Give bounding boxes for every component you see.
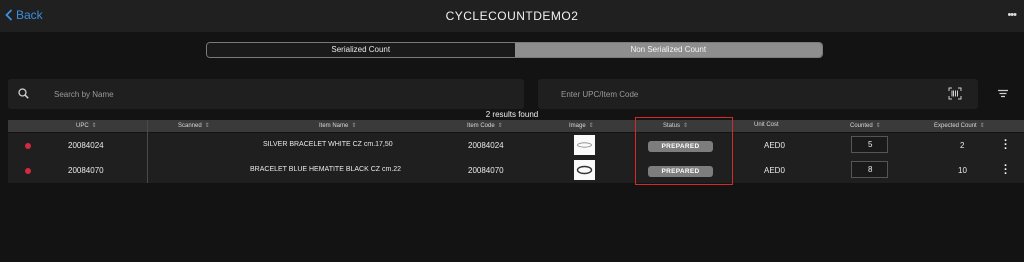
sort-icon: ⇕ [351, 123, 357, 129]
sort-icon: ⇕ [588, 123, 594, 129]
tab-serialized-count[interactable]: Serialized Count [207, 43, 515, 57]
table-row[interactable]: 20084070 BRACELET BLUE HEMATITE BLACK CZ… [8, 158, 1024, 183]
table-header: UPC ⇕ Scanned ⇕ Item Name ⇕ Item Code ⇕ Imag… [8, 120, 1024, 132]
cell-item-name: BRACELET BLUE HEMATITE BLACK CZ cm.22 [250, 166, 402, 173]
column-header-scanned[interactable]: Scanned ⇕ [178, 122, 210, 129]
column-label: Unit Cost [754, 122, 779, 128]
sort-icon: ⇕ [497, 123, 503, 129]
product-thumbnail [574, 160, 595, 180]
column-header-item-name[interactable]: Item Name ⇕ [319, 122, 356, 129]
column-header-item-code[interactable]: Item Code ⇕ [467, 122, 503, 129]
column-label: Counted [850, 123, 873, 129]
status-dot-icon [25, 168, 31, 174]
column-label: Expected Count [934, 123, 977, 129]
cell-item-name: SILVER BRACELET WHITE CZ cm.17,50 [263, 141, 393, 148]
bracelet-image [577, 142, 592, 148]
column-label: Image [569, 123, 586, 129]
column-label: Item Name [319, 123, 349, 129]
search-icon [18, 88, 29, 99]
sort-icon: ⇕ [204, 123, 210, 129]
column-divider [147, 120, 148, 183]
counted-field[interactable]: 8 [851, 161, 888, 178]
counted-field[interactable]: 5 [851, 136, 888, 153]
product-thumbnail [574, 135, 595, 155]
sort-icon: ⇕ [979, 123, 985, 129]
top-bar: Back CYCLECOUNTDEMO2 ••• [0, 0, 1024, 32]
row-kebab-icon[interactable]: · · · [1004, 136, 1008, 155]
status-dot-icon [25, 143, 31, 149]
cell-expected-count: 10 [958, 166, 967, 175]
column-header-counted[interactable]: Counted ⇕ [850, 122, 881, 129]
cell-unit-cost: AED0 [764, 166, 785, 175]
barcode-scan-icon[interactable] [948, 87, 962, 100]
kebab-dot: · [1004, 143, 1008, 155]
cell-upc: 20084070 [68, 166, 104, 175]
results-count: 2 results found [485, 110, 539, 119]
status-column-highlight [635, 117, 733, 185]
upc-search-box [538, 79, 978, 109]
cell-unit-cost: AED0 [764, 141, 785, 150]
tab-non-serialized-count[interactable]: Non Serialized Count [514, 43, 822, 57]
more-icon[interactable]: ••• [1007, 9, 1017, 21]
column-header-image[interactable]: Image ⇕ [569, 122, 594, 129]
kebab-dot: · [1004, 168, 1008, 180]
column-label: Item Code [467, 123, 495, 129]
filter-icon[interactable] [997, 89, 1009, 98]
column-label: Scanned [178, 123, 202, 129]
name-search-box [8, 79, 524, 109]
page-title: CYCLECOUNTDEMO2 [445, 9, 579, 23]
count-type-segmented-control: Serialized Count Non Serialized Count [206, 42, 823, 58]
cell-expected-count: 2 [960, 141, 965, 150]
table-row[interactable]: 20084024 SILVER BRACELET WHITE CZ cm.17,… [8, 133, 1024, 158]
cell-item-code: 20084024 [468, 141, 504, 150]
column-header-expected-count[interactable]: Expected Count ⇕ [934, 122, 985, 129]
upc-item-code-input[interactable] [561, 87, 921, 101]
column-label: UPC [76, 123, 89, 129]
row-kebab-icon[interactable]: · · · [1004, 161, 1008, 180]
column-header-unit-cost[interactable]: Unit Cost [754, 122, 779, 128]
sort-icon: ⇕ [91, 123, 97, 129]
sort-icon: ⇕ [875, 123, 881, 129]
bracelet-image [576, 165, 593, 175]
cell-item-code: 20084070 [468, 166, 504, 175]
search-by-name-input[interactable] [54, 87, 454, 101]
cell-upc: 20084024 [68, 141, 104, 150]
column-header-upc[interactable]: UPC ⇕ [76, 122, 97, 129]
